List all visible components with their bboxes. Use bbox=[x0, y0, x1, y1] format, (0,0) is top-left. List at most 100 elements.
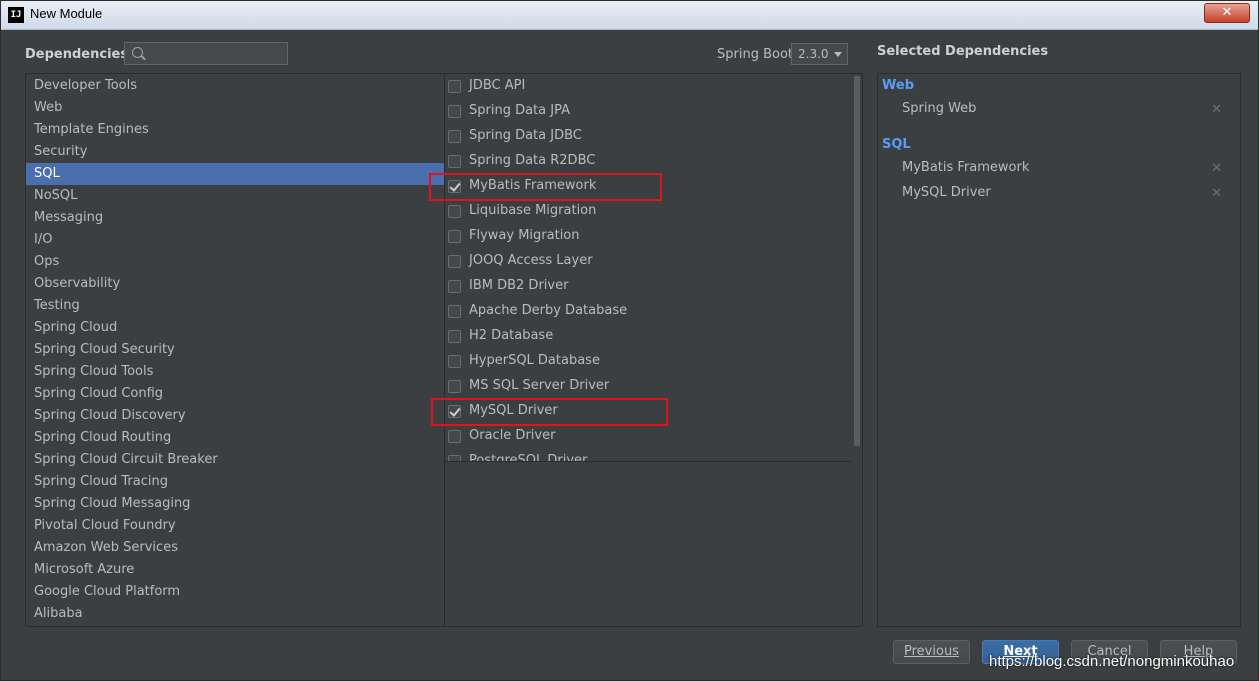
category-item[interactable]: I/O bbox=[26, 229, 444, 251]
previous-button-label: Previous bbox=[904, 644, 959, 659]
previous-button[interactable]: Previous bbox=[893, 640, 970, 664]
category-item[interactable]: Spring Cloud bbox=[26, 317, 444, 339]
dependency-item[interactable]: Spring Data JPA bbox=[445, 100, 851, 125]
dependency-item[interactable]: Liquibase Migration bbox=[445, 200, 851, 225]
dependency-checkbox[interactable] bbox=[448, 305, 461, 318]
selected-dependency-label: MyBatis Framework bbox=[902, 160, 1030, 175]
dependency-label: JDBC API bbox=[469, 78, 526, 93]
dependency-label: JOOQ Access Layer bbox=[469, 253, 593, 268]
dependency-label: PostgreSQL Driver bbox=[469, 453, 588, 462]
dependency-label: Spring Data R2DBC bbox=[469, 153, 596, 168]
dependency-item[interactable]: Apache Derby Database bbox=[445, 300, 851, 325]
chevron-down-icon bbox=[834, 52, 842, 57]
dependency-search-box[interactable] bbox=[124, 42, 288, 65]
selected-dependency-label: MySQL Driver bbox=[902, 185, 991, 200]
category-list: Developer Tools Web Template Engines Securi… bbox=[25, 73, 445, 627]
dependency-checkbox[interactable] bbox=[448, 130, 461, 143]
dependency-item[interactable]: Spring Data R2DBC bbox=[445, 150, 851, 175]
category-item[interactable]: Amazon Web Services bbox=[26, 537, 444, 559]
dependency-item[interactable]: MS SQL Server Driver bbox=[445, 375, 851, 400]
dependency-checkbox[interactable] bbox=[448, 230, 461, 243]
dependency-item[interactable]: IBM DB2 Driver bbox=[445, 275, 851, 300]
selected-dependency-item: Spring Web ✕ bbox=[878, 98, 1240, 122]
dependency-label: HyperSQL Database bbox=[469, 353, 600, 368]
selected-dependency-label: Spring Web bbox=[902, 101, 977, 116]
dependency-label: Apache Derby Database bbox=[469, 303, 628, 318]
selected-group-header: SQL bbox=[882, 137, 911, 152]
category-item[interactable]: Security bbox=[26, 141, 444, 163]
window-title: New Module bbox=[30, 6, 103, 21]
remove-icon[interactable]: ✕ bbox=[1211, 161, 1222, 176]
dependency-checkbox[interactable] bbox=[448, 330, 461, 343]
dependency-item[interactable]: JOOQ Access Layer bbox=[445, 250, 851, 275]
spring-boot-version-select[interactable]: 2.3.0 bbox=[791, 43, 848, 65]
dependency-item[interactable]: HyperSQL Database bbox=[445, 350, 851, 375]
category-item[interactable]: Spring Cloud Messaging bbox=[26, 493, 444, 515]
dependency-item[interactable]: H2 Database bbox=[445, 325, 851, 350]
dependency-checkbox[interactable] bbox=[448, 155, 461, 168]
category-item[interactable]: Spring Cloud Circuit Breaker bbox=[26, 449, 444, 471]
dependency-item[interactable]: Flyway Migration bbox=[445, 225, 851, 250]
dependency-item[interactable]: JDBC API bbox=[445, 75, 851, 100]
selected-dependency-item: MySQL Driver ✕ bbox=[878, 182, 1240, 206]
category-item[interactable]: SQL bbox=[26, 163, 444, 185]
dependency-item[interactable]: Spring Data JDBC bbox=[445, 125, 851, 150]
dependency-checkbox[interactable] bbox=[448, 105, 461, 118]
search-icon bbox=[132, 47, 143, 58]
dependency-search-input[interactable] bbox=[147, 45, 287, 64]
dependency-checkbox[interactable] bbox=[448, 205, 461, 218]
remove-icon[interactable]: ✕ bbox=[1211, 186, 1222, 201]
dependency-label: Spring Data JDBC bbox=[469, 128, 582, 143]
category-item[interactable]: Template Engines bbox=[26, 119, 444, 141]
category-item[interactable]: Spring Cloud Security bbox=[26, 339, 444, 361]
title-bar: IJ New Module ✕ bbox=[1, 1, 1258, 30]
new-module-dialog: IJ New Module ✕ Dependencies Spring Boot… bbox=[0, 0, 1259, 681]
dependency-label: Oracle Driver bbox=[469, 428, 556, 443]
dependency-label: IBM DB2 Driver bbox=[469, 278, 569, 293]
highlight-box-mysql bbox=[431, 398, 668, 426]
dependency-checkbox[interactable] bbox=[448, 455, 461, 461]
remove-icon[interactable]: ✕ bbox=[1211, 102, 1222, 117]
dependency-item[interactable]: Oracle Driver bbox=[445, 425, 851, 450]
category-item[interactable]: Microsoft Azure bbox=[26, 559, 444, 581]
dependency-checkbox[interactable] bbox=[448, 280, 461, 293]
intellij-app-icon: IJ bbox=[8, 7, 24, 23]
spring-boot-label: Spring Boot bbox=[717, 47, 794, 62]
spring-boot-version-value: 2.3.0 bbox=[798, 47, 829, 61]
dependencies-label: Dependencies bbox=[25, 47, 129, 62]
category-item[interactable]: Observability bbox=[26, 273, 444, 295]
selected-dependencies-title: Selected Dependencies bbox=[877, 44, 1049, 59]
category-item[interactable]: Spring Cloud Tools bbox=[26, 361, 444, 383]
category-item[interactable]: Ops bbox=[26, 251, 444, 273]
dependency-label: Spring Data JPA bbox=[469, 103, 570, 118]
selected-group-header: Web bbox=[882, 78, 914, 93]
category-item[interactable]: Pivotal Cloud Foundry bbox=[26, 515, 444, 537]
dependency-checkbox[interactable] bbox=[448, 255, 461, 268]
category-item[interactable]: Spring Cloud Routing bbox=[26, 427, 444, 449]
dependency-item[interactable]: PostgreSQL Driver bbox=[445, 450, 851, 462]
category-item[interactable]: Spring Cloud Tracing bbox=[26, 471, 444, 493]
highlight-box-mybatis bbox=[429, 173, 662, 201]
category-item[interactable]: Spring Cloud Config bbox=[26, 383, 444, 405]
scrollbar-thumb[interactable] bbox=[854, 76, 860, 446]
category-item[interactable]: Google Cloud Platform bbox=[26, 581, 444, 603]
dependency-checkbox[interactable] bbox=[448, 355, 461, 368]
dependency-label: MS SQL Server Driver bbox=[469, 378, 610, 393]
dependency-checkbox[interactable] bbox=[448, 80, 461, 93]
category-item[interactable]: Spring Cloud Discovery bbox=[26, 405, 444, 427]
dependency-checkbox[interactable] bbox=[448, 380, 461, 393]
category-item[interactable]: Testing bbox=[26, 295, 444, 317]
watermark-url: https://blog.csdn.net/nongminkouhao bbox=[989, 653, 1235, 670]
selected-dependencies-panel: Web Spring Web ✕ SQL MyBatis Framework ✕ MySQL… bbox=[877, 73, 1241, 627]
category-item[interactable]: Messaging bbox=[26, 207, 444, 229]
close-window-button[interactable]: ✕ bbox=[1204, 3, 1250, 23]
dependency-list-scrollbar[interactable] bbox=[853, 74, 861, 461]
category-item[interactable]: NoSQL bbox=[26, 185, 444, 207]
dependency-label: Liquibase Migration bbox=[469, 203, 597, 218]
dependency-label: Flyway Migration bbox=[469, 228, 580, 243]
dependency-label: H2 Database bbox=[469, 328, 554, 343]
category-item[interactable]: Developer Tools bbox=[26, 75, 444, 97]
category-item[interactable]: Web bbox=[26, 97, 444, 119]
category-item[interactable]: Alibaba bbox=[26, 603, 444, 625]
dependency-checkbox[interactable] bbox=[448, 430, 461, 443]
